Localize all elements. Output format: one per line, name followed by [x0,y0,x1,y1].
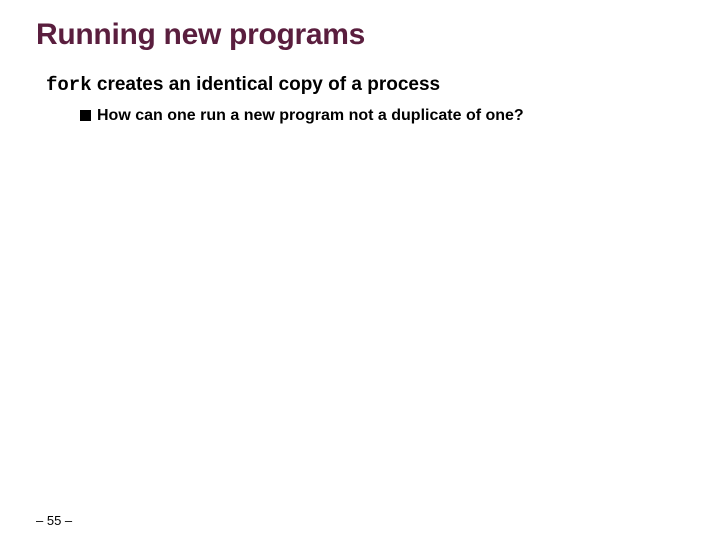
page-number-value: 55 [47,513,61,528]
bullet-item: How can one run a new program not a dupl… [80,106,684,126]
page-suffix: – [61,513,72,528]
point-line: fork creates an identical copy of a proc… [46,74,684,96]
slide-title: Running new programs [36,18,684,52]
page-number: – 55 – [36,513,72,528]
page-prefix: – [36,513,47,528]
slide: Running new programs fork creates an ide… [0,0,720,540]
code-keyword: fork [46,74,92,96]
bullet-text: How can one run a new program not a dupl… [97,106,524,126]
point-text: creates an identical copy of a process [92,74,440,95]
square-bullet-icon [80,110,91,121]
